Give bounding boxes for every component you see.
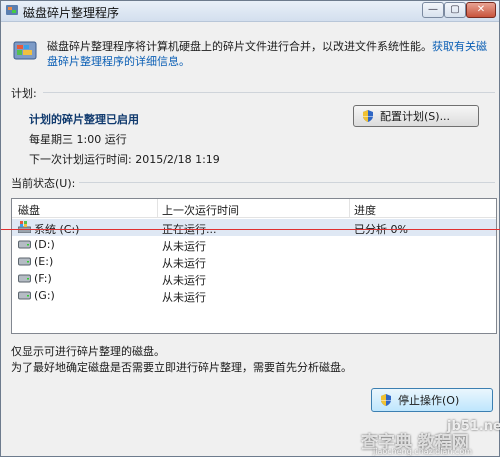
column-header-disk[interactable]: 磁盘 — [18, 202, 40, 218]
status-divider — [79, 182, 495, 183]
defrag-app-icon — [6, 5, 18, 15]
drive-icon — [18, 257, 31, 266]
defrag-icon — [13, 41, 37, 60]
note-analyze-first: 为了最好地确定磁盘是否需要立即进行碎片整理，需要首先分析磁盘。 — [11, 361, 352, 374]
system-drive-icon — [18, 221, 31, 233]
disk-last-run: 从未运行 — [162, 240, 206, 253]
disk-list[interactable]: 磁盘 上一次运行时间 进度 系统 (C:) 正在运行... 已分析 0% (D:… — [11, 198, 497, 334]
drive-icon — [18, 240, 31, 249]
stop-operation-button[interactable]: 停止操作(O) — [371, 388, 493, 412]
disk-list-header: 磁盘 上一次运行时间 进度 — [12, 199, 496, 218]
configure-schedule-label: 配置计划(S)... — [380, 110, 451, 123]
uac-shield-icon — [381, 394, 391, 406]
maximize-button[interactable]: ▢ — [444, 2, 466, 18]
disk-row-c[interactable]: 系统 (C:) 正在运行... 已分析 0% — [12, 219, 496, 236]
disk-row-e[interactable]: (E:) 从未运行 — [12, 253, 496, 270]
disk-row-g[interactable]: (G:) 从未运行 — [12, 287, 496, 304]
drive-icon — [18, 274, 31, 283]
disk-name: (D:) — [34, 238, 55, 251]
disk-last-run: 从未运行 — [162, 274, 206, 287]
red-annotation-line — [1, 229, 500, 230]
window-title: 磁盘碎片整理程序 — [23, 6, 120, 20]
column-header-progress[interactable]: 进度 — [354, 202, 376, 218]
note-defraggable-only: 仅显示可进行碎片整理的磁盘。 — [11, 345, 165, 358]
schedule-section-label: 计划: — [11, 87, 37, 100]
stop-operation-label: 停止操作(O) — [398, 394, 460, 407]
disk-name: (G:) — [34, 289, 55, 302]
column-header-last-run[interactable]: 上一次运行时间 — [162, 202, 239, 218]
schedule-status: 计划的碎片整理已启用 — [29, 113, 139, 126]
minimize-button[interactable]: — — [422, 2, 444, 18]
configure-schedule-button[interactable]: 配置计划(S)... — [353, 105, 479, 127]
defrag-window: 磁盘碎片整理程序 — ▢ ✕ 磁盘碎片整理程序将计算机硬盘上的碎片文件进行合并，… — [0, 0, 500, 457]
close-button[interactable]: ✕ — [466, 2, 496, 18]
schedule-next-run: 下一次计划运行时间: 2015/2/18 1:19 — [29, 153, 220, 166]
schedule-frequency: 每星期三 1:00 运行 — [29, 133, 127, 146]
schedule-divider — [43, 92, 495, 93]
description-text: 磁盘碎片整理程序将计算机硬盘上的碎片文件进行合并，以改进文件系统性能。 — [47, 40, 432, 53]
header-description: 磁盘碎片整理程序将计算机硬盘上的碎片文件进行合并，以改进文件系统性能。获取有关磁… — [47, 39, 495, 69]
watermark-url: jiaocheng.chazidian.com — [373, 447, 473, 456]
disk-row-d[interactable]: (D:) 从未运行 — [12, 236, 496, 253]
uac-shield-icon — [363, 110, 373, 122]
disk-name: (F:) — [34, 272, 52, 285]
disk-last-run: 从未运行 — [162, 257, 206, 270]
current-status-label: 当前状态(U): — [11, 177, 76, 190]
title-bar[interactable]: 磁盘碎片整理程序 — ▢ ✕ — [1, 1, 499, 22]
disk-last-run: 从未运行 — [162, 291, 206, 304]
drive-icon — [18, 291, 31, 300]
disk-row-f[interactable]: (F:) 从未运行 — [12, 270, 496, 287]
disk-name: (E:) — [34, 255, 54, 268]
